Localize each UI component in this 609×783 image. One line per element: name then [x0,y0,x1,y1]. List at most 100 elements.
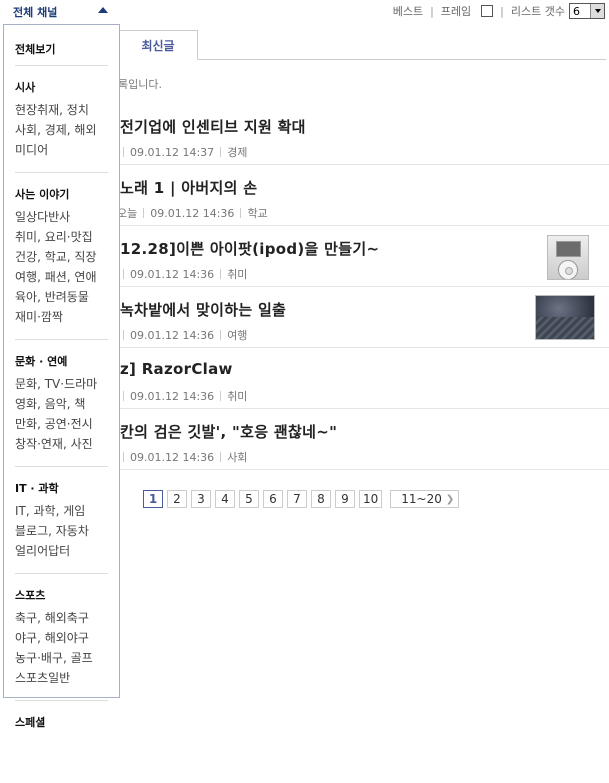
channel-group: IT · 과학 IT, 과학, 게임 블로그, 자동차 얼리어답터 [15,467,108,574]
page-link[interactable]: 1 [143,490,163,508]
article-category[interactable]: 취미 [227,390,247,403]
article-title[interactable]: 12.28]이쁜 아이팟(ipod)을 만들기~ [120,238,379,259]
channel-item[interactable]: 재미·깜짝 [15,307,108,327]
channel-item[interactable]: 일상다반사 [15,207,108,227]
article-title[interactable]: 칸의 검은 깃발', "호응 괜찮네~" [120,421,337,442]
channel-item[interactable]: 현장취재, 정치 [15,100,108,120]
divider [123,330,124,340]
channel-item[interactable]: 만화, 공연·전시 [15,414,108,434]
channel-item[interactable]: 취미, 요리·맛집 [15,227,108,247]
article-meta: 오늘 09.01.12 14:36 학교 [117,205,268,221]
page-link[interactable]: 4 [215,490,235,508]
article-row[interactable]: 12.28]이쁜 아이팟(ipod)을 만들기~ 09.01.12 14:36 취미 [117,226,609,287]
channel-group-title[interactable]: 스페셜 [15,714,108,730]
article-date: 09.01.12 14:36 [130,451,215,464]
channel-group: 시사현장취재, 정치 사회, 경제, 해외 미디어 [15,66,108,173]
channel-item[interactable]: 스포츠일반 [15,668,108,688]
article-meta: 09.01.12 14:36 여행 [117,327,247,343]
channel-all-link[interactable]: 전체보기 [15,25,108,66]
chevron-right-icon: ❯ [445,493,455,505]
divider [143,208,145,218]
article-meta: 09.01.12 14:36 취미 [117,266,247,282]
channel-item[interactable]: 사회, 경제, 해외 [15,120,108,140]
article-category[interactable]: 사회 [227,451,247,464]
divider [123,452,124,462]
channel-group: 사는 이야기일상다반사 취미, 요리·맛집 건강, 학교, 직장 여행, 패션, 연애… [15,173,108,340]
divider [123,269,124,279]
channel-item[interactable]: 영화, 음악, 책 [15,394,108,414]
article-row[interactable]: 녹차밭에서 맞이하는 일출 09.01.12 14:36 여행 [117,287,609,348]
channel-item[interactable]: 여행, 패션, 연애 [15,267,108,287]
divider [220,330,222,340]
channel-item[interactable]: 문화, TV·드라마 [15,374,108,394]
article-row[interactable]: 칸의 검은 깃발', "호응 괜찮네~" 09.01.12 14:36 사회 [117,409,609,470]
article-title[interactable]: 노래 1 | 아버지의 손 [120,177,257,198]
article-thumbnail[interactable] [547,235,589,280]
article-row[interactable]: 전기업에 인센티브 지원 확대 09.01.12 14:37 경제 [117,104,609,165]
channel-group-title[interactable]: 스포츠 [15,587,108,603]
list-count-value: 6 [573,4,580,18]
channel-item[interactable]: IT, 과학, 게임 [15,501,108,521]
article-date: 09.01.12 14:36 [150,207,235,220]
list-count-select[interactable]: 6 [569,3,605,19]
channel-group: 스페셜 [15,701,108,747]
channel-group-title[interactable]: 문화 · 연예 [15,353,108,369]
tab-latest[interactable]: 최신글 [118,30,198,60]
channel-group-title[interactable]: 시사 [15,79,108,95]
list-options-bar: 베스트 | 프레임 | 리스트 갯수 6 [393,2,605,20]
channel-item[interactable]: 건강, 학교, 직장 [15,247,108,267]
page-link[interactable]: 9 [335,490,355,508]
channel-item[interactable]: 얼리어답터 [15,541,108,561]
article-row[interactable]: 노래 1 | 아버지의 손 오늘 09.01.12 14:36 학교 [117,165,609,226]
article-meta: 09.01.12 14:37 경제 [117,144,247,160]
article-category[interactable]: 학교 [247,207,267,220]
divider [220,147,222,157]
article-title[interactable]: 전기업에 인센티브 지원 확대 [120,116,306,137]
channel-panel: 전체보기 시사현장취재, 정치 사회, 경제, 해외 미디어사는 이야기일상다반사 취… [3,24,120,729]
notice-text: 록입니다. [118,78,162,91]
channel-item[interactable]: 야구, 해외야구 [15,628,108,648]
article-title[interactable]: 녹차밭에서 맞이하는 일출 [120,299,286,320]
channel-group-title[interactable]: IT · 과학 [15,480,108,496]
page-link[interactable]: 6 [263,490,283,508]
channel-item[interactable]: 축구, 해외축구 [15,608,108,628]
channel-group: 스포츠축구, 해외축구 야구, 해외야구 농구·배구, 골프 스포츠일반 [15,574,108,701]
divider [240,208,242,218]
page-link[interactable]: 3 [191,490,211,508]
article-category[interactable]: 여행 [227,329,247,342]
channel-group-title[interactable]: 사는 이야기 [15,186,108,202]
channel-item[interactable]: 블로그, 자동차 [15,521,108,541]
article-date: 09.01.12 14:37 [130,146,215,159]
divider [123,391,124,401]
page-link[interactable]: 8 [311,490,331,508]
channel-item[interactable]: 창작·연재, 사진 [15,434,108,454]
divider [123,147,124,157]
channel-group: 문화 · 연예문화, TV·드라마 영화, 음악, 책 만화, 공연·전시 창작·연재… [15,340,108,467]
best-link[interactable]: 베스트 [393,3,423,19]
divider: | [430,4,434,18]
next-range-label: 11~20 [401,492,442,506]
channel-item[interactable]: 육아, 반려동물 [15,287,108,307]
frame-checkbox[interactable] [481,5,494,17]
channel-dropdown-toggle[interactable]: 전체 채널 [3,0,120,24]
article-meta: 09.01.12 14:36 사회 [117,449,247,465]
article-meta: 09.01.12 14:36 취미 [117,388,247,404]
article-category[interactable]: 경제 [227,146,247,159]
chevron-up-icon[interactable] [98,7,108,13]
channel-item[interactable]: 미디어 [15,140,108,160]
channel-item[interactable]: 농구·배구, 골프 [15,648,108,668]
article-date: 09.01.12 14:36 [130,329,215,342]
frame-label: 프레임 [440,5,472,18]
article-thumbnail[interactable] [535,295,595,340]
article-date: 09.01.12 14:36 [130,390,215,403]
list-count-label: 리스트 갯수 [510,5,565,18]
page-link[interactable]: 2 [167,490,187,508]
page-link[interactable]: 10 [359,490,383,508]
page-link[interactable]: 5 [239,490,259,508]
chevron-down-icon[interactable] [590,4,604,18]
article-row[interactable]: z] RazorClaw 09.01.12 14:36 취미 [117,348,609,409]
page-link[interactable]: 7 [287,490,307,508]
next-range-button[interactable]: 11~20 ❯ [390,490,460,508]
article-title[interactable]: z] RazorClaw [120,360,233,378]
article-category[interactable]: 취미 [227,268,247,281]
